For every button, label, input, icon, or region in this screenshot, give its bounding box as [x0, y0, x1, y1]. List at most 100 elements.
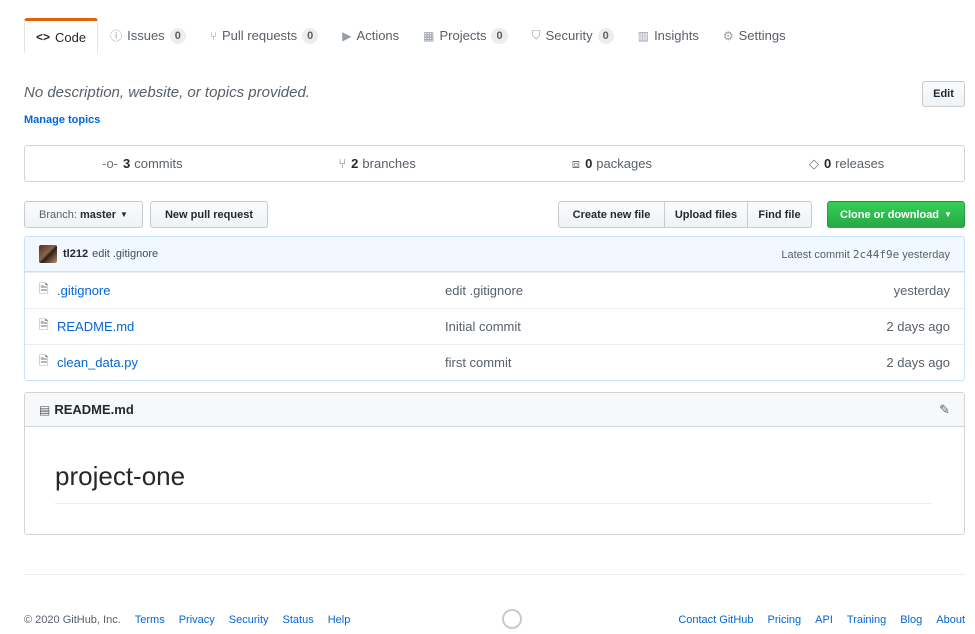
repo-page: <> Code ⓘ Issues 0 ⑂ Pull requests 0 ▶ A… [0, 0, 975, 634]
tag-icon: ◇ [808, 155, 819, 171]
avatar[interactable] [39, 245, 57, 263]
latest-commit-bar: tl212 edit .gitignore Latest commit 2c44… [25, 237, 964, 272]
footer-link-privacy[interactable]: Privacy [179, 614, 215, 626]
tab-insights[interactable]: ▥ Insights [626, 18, 711, 53]
file-age: 2 days ago [886, 319, 950, 334]
commits-label: commits [134, 156, 183, 171]
commits-count-link[interactable]: -o- 3 commits [25, 146, 260, 181]
tab-label: Actions [356, 28, 400, 43]
tab-issues[interactable]: ⓘ Issues 0 [98, 18, 198, 53]
new-pull-request-button[interactable]: New pull request [150, 201, 268, 228]
clone-label: Clone or download [840, 208, 940, 221]
tab-settings[interactable]: ⚙ Settings [711, 18, 798, 53]
file-age: 2 days ago [886, 355, 950, 370]
branch-name: master [79, 208, 117, 221]
footer-link-contact[interactable]: Contact GitHub [678, 614, 753, 626]
releases-count: 0 [823, 156, 832, 171]
packages-count: 0 [585, 156, 593, 171]
footer: © 2020 GitHub, Inc. Terms Privacy Securi… [24, 609, 965, 629]
footer-right: Contact GitHub Pricing API Training Blog… [664, 614, 965, 626]
tab-count: 0 [169, 27, 186, 44]
footer-link-security[interactable]: Security [229, 614, 269, 626]
repo-tabs: <> Code ⓘ Issues 0 ⑂ Pull requests 0 ▶ A… [24, 18, 798, 53]
tab-label: Settings [738, 28, 786, 43]
file-icon: 🗎 [39, 318, 49, 332]
tab-label: Insights [654, 28, 699, 43]
file-commit-message[interactable]: first commit [445, 355, 511, 370]
copyright: © 2020 GitHub, Inc. [24, 614, 121, 626]
footer-link-status[interactable]: Status [283, 614, 314, 626]
tab-label: Projects [439, 28, 487, 43]
commit-icon: -o- [102, 156, 118, 171]
readme-filename: README.md [54, 402, 134, 417]
pencil-icon[interactable]: ✎ [939, 402, 950, 418]
footer-left: © 2020 GitHub, Inc. Terms Privacy Securi… [24, 614, 364, 626]
tab-code[interactable]: <> Code [24, 18, 99, 53]
footer-link-api[interactable]: API [815, 614, 833, 626]
commit-author[interactable]: tl212 [63, 248, 88, 260]
file-actions-group: Create new file Upload files Find file [558, 201, 812, 228]
tab-projects[interactable]: ▦ Projects 0 [411, 18, 519, 53]
caret-down-icon: ▼ [944, 210, 952, 219]
file-commit-message[interactable]: edit .gitignore [445, 283, 523, 298]
releases-count-link[interactable]: ◇ 0 releases [729, 146, 964, 181]
file-icon: 🗎 [39, 282, 49, 296]
footer-link-about[interactable]: About [936, 614, 965, 626]
issue-icon: ⓘ [110, 29, 123, 43]
divider [55, 503, 932, 504]
file-commit-message[interactable]: Initial commit [445, 319, 521, 334]
tab-label: Security [545, 28, 593, 43]
tab-label: Pull requests [222, 28, 298, 43]
branches-count-link[interactable]: ⑂ 2 branches [260, 146, 495, 181]
tab-count: 0 [491, 27, 508, 44]
tab-pull-requests[interactable]: ⑂ Pull requests 0 [198, 18, 330, 53]
footer-link-help[interactable]: Help [328, 614, 351, 626]
branches-count: 2 [351, 156, 359, 171]
edit-description-button[interactable]: Edit [922, 81, 965, 107]
table-row: 🗎 clean_data.py first commit 2 days ago [25, 344, 964, 380]
find-file-button[interactable]: Find file [747, 201, 812, 228]
code-icon: <> [36, 30, 51, 44]
branch-prefix: Branch: [39, 208, 77, 221]
upload-files-button[interactable]: Upload files [664, 201, 748, 228]
tab-label: Code [55, 29, 87, 45]
shield-icon: ⛉ [531, 28, 541, 42]
clone-download-button[interactable]: Clone or download ▼ [827, 201, 965, 228]
tab-security[interactable]: ⛉ Security 0 [520, 18, 626, 53]
footer-link-terms[interactable]: Terms [135, 614, 165, 626]
table-row: 🗎 .gitignore edit .gitignore yesterday [25, 272, 964, 308]
latest-commit-info: Latest commit 2c44f9e yesterday [781, 248, 950, 261]
play-icon: ▶ [342, 28, 352, 43]
releases-label: releases [835, 156, 885, 171]
branch-select-button[interactable]: Branch: master ▼ [24, 201, 143, 228]
readme-header: ▤ README.md ✎ [25, 393, 964, 427]
repo-summary: -o- 3 commits ⑂ 2 branches ⧈ 0 packages … [24, 145, 965, 182]
tab-label: Issues [127, 28, 165, 43]
file-list: tl212 edit .gitignore Latest commit 2c44… [24, 236, 965, 381]
file-name[interactable]: clean_data.py [57, 355, 138, 370]
repo-description: No description, website, or topics provi… [24, 84, 310, 101]
create-new-file-button[interactable]: Create new file [558, 201, 665, 228]
commit-age: yesterday [902, 248, 950, 261]
graph-icon: ▥ [637, 28, 650, 43]
footer-link-blog[interactable]: Blog [900, 614, 922, 626]
footer-link-pricing[interactable]: Pricing [768, 614, 802, 626]
table-row: 🗎 README.md Initial commit 2 days ago [25, 308, 964, 344]
branches-label: branches [362, 156, 416, 171]
footer-divider [24, 574, 965, 575]
file-icon: 🗎 [39, 354, 49, 368]
file-name[interactable]: .gitignore [57, 283, 110, 298]
readme-box: ▤ README.md ✎ project-one [24, 392, 965, 535]
file-age: yesterday [893, 283, 950, 298]
packages-count-link[interactable]: ⧈ 0 packages [495, 146, 730, 181]
latest-commit-label: Latest commit [781, 248, 850, 261]
commit-sha[interactable]: 2c44f9e [853, 248, 899, 261]
commit-message[interactable]: edit .gitignore [92, 248, 158, 260]
github-logo-icon[interactable] [502, 609, 522, 629]
file-name[interactable]: README.md [57, 319, 134, 334]
tab-actions[interactable]: ▶ Actions [330, 18, 411, 53]
footer-link-training[interactable]: Training [847, 614, 886, 626]
manage-topics-link[interactable]: Manage topics [24, 114, 100, 126]
packages-label: packages [596, 156, 652, 171]
readme-title: project-one [55, 461, 186, 491]
